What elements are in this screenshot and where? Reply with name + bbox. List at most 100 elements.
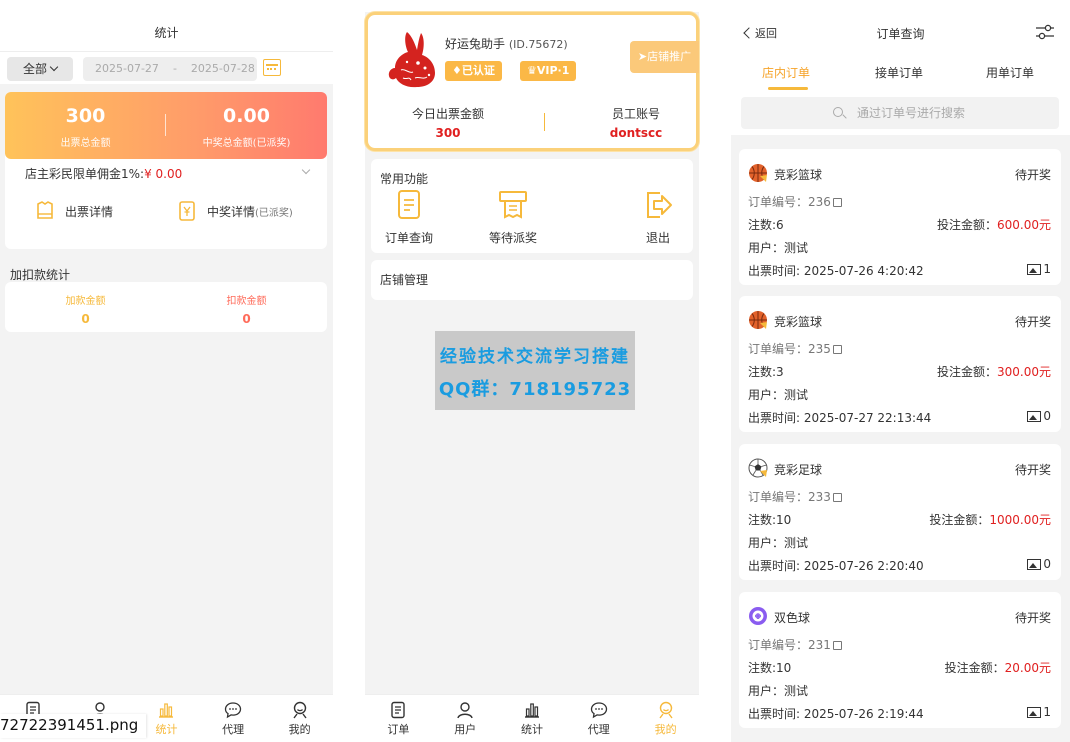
order-icon [389, 701, 407, 719]
staff-account-value: dontscc [609, 126, 663, 140]
order-number-text: 订单编号：233 [748, 490, 831, 504]
verified-badge: ♦已认证 [445, 61, 502, 81]
summary-banner: 300 出票总金额 0.00 中奖总金额(已派奖) [5, 92, 327, 159]
await-payout-button[interactable]: 等待派奖 [489, 189, 537, 246]
tab-used-orders[interactable]: 用单订单 [986, 64, 1034, 81]
bet-amount-row: 投注金额：300.00元 [937, 363, 1051, 380]
copy-icon[interactable] [832, 345, 842, 354]
common-functions-card: 常用功能 订单查询 等待派奖 退出 [371, 159, 693, 253]
date-range-input[interactable]: 2025-07-27-2025-07-28 [83, 57, 257, 81]
shop-name: 好运兔助手 [445, 37, 506, 51]
image-count-value: 1 [1043, 705, 1051, 719]
tab-mine-label: 我的 [288, 723, 311, 736]
order-user: 用户：测试 [748, 684, 809, 698]
shop-header-card: 好运兔助手 (ID.75672) ♦已认证 ♛VIP·1 ➤店铺推广 今日出票金… [365, 12, 699, 151]
tab-agents[interactable]: 代理 [200, 695, 267, 742]
order-card[interactable]: 双色球 待开奖 订单编号：231 注数:10 投注金额：20.00元 用户：测试… [739, 592, 1061, 728]
order-card[interactable]: 竞彩篮球 待开奖 订单编号：235 注数:3 投注金额：300.00元 用户：测… [739, 296, 1061, 432]
tab-mine[interactable]: 我的 [266, 695, 333, 742]
total-issue-value: 300 [65, 105, 106, 127]
bottom-tab-bar: 订单 用户 统计 代理 我的 [365, 694, 699, 742]
chevron-down-icon[interactable] [301, 165, 311, 175]
scope-select[interactable]: 全部 [7, 57, 73, 81]
issue-detail-link[interactable]: 出票详情 [35, 200, 113, 222]
order-card[interactable]: 竞彩足球 待开奖 订单编号：233 注数:10 投注金额：1000.00元 用户… [739, 444, 1061, 580]
bet-amount-label: 投注金额： [929, 513, 990, 527]
image-count[interactable]: 1 [1027, 705, 1051, 719]
bet-amount-value: 1000.00元 [989, 513, 1051, 527]
profile-icon [657, 701, 675, 719]
image-icon [1027, 263, 1042, 275]
commission-row[interactable]: 店主彩民限单佣金1%:¥ 0.00 [25, 165, 182, 182]
staff-account-stat: 员工账号 dontscc [556, 105, 716, 140]
issue-time: 出票时间: 2025-07-26 2:20:40 [748, 559, 924, 573]
soccer-icon [748, 458, 768, 478]
adjust-section-title: 加扣款统计 [10, 268, 71, 282]
basketball-icon [748, 163, 768, 183]
ticket-print-icon [498, 189, 528, 221]
add-amount-label: 加款金额 [65, 296, 106, 307]
filter-icon[interactable] [1035, 22, 1055, 42]
order-status: 待开奖 [1014, 611, 1051, 625]
image-count[interactable]: 0 [1027, 409, 1051, 423]
back-button[interactable]: 返回 [743, 25, 777, 41]
bet-amount-value: 300.00元 [997, 365, 1051, 379]
image-icon [1027, 558, 1042, 570]
tab-users[interactable]: 用户 [432, 695, 499, 742]
tab-store-orders[interactable]: 店内订单 [762, 64, 810, 81]
order-number: 订单编号：233 [748, 488, 842, 505]
order-query-button[interactable]: 订单查询 [385, 189, 433, 246]
copy-icon[interactable] [832, 198, 842, 207]
filter-bar: 全部 2025-07-27-2025-07-28 [0, 52, 333, 84]
image-count-value: 0 [1043, 557, 1051, 571]
order-user: 用户：测试 [748, 241, 809, 255]
shop-manage-item[interactable]: 店铺管理 [371, 260, 693, 300]
tab-agents[interactable]: 代理 [565, 695, 632, 742]
add-amount-value: 0 [81, 312, 90, 326]
watermark-banner: 经验技术交流学习搭建 QQ群：718195723 [435, 331, 635, 410]
trophy-icon: ♦ [452, 64, 462, 77]
search-placeholder: 通过订单号进行搜索 [857, 106, 966, 120]
tab-mine[interactable]: 我的 [632, 695, 699, 742]
basketball-icon [748, 310, 768, 330]
order-number: 订单编号：231 [748, 636, 842, 653]
stats-screen: 统计 全部 2025-07-27-2025-07-28 300 出票总金额 0.… [0, 0, 333, 742]
copy-icon[interactable] [832, 641, 842, 650]
bet-amount-row: 投注金额：1000.00元 [929, 511, 1051, 528]
today-issue-label: 今日出票金额 [411, 107, 484, 121]
tab-stats[interactable]: 统计 [499, 695, 566, 742]
game-name: 竞彩篮球 [774, 168, 823, 182]
search-input[interactable]: 通过订单号进行搜索 [741, 97, 1059, 129]
logout-button[interactable]: 退出 [643, 189, 673, 246]
order-card[interactable]: 竞彩篮球 待开奖 订单编号：236 注数:6 投注金额：600.00元 用户：测… [739, 149, 1061, 285]
total-issue-label: 出票总金额 [60, 138, 111, 149]
shop-promo-button[interactable]: ➤店铺推广 [630, 41, 699, 73]
calendar-icon[interactable] [263, 59, 281, 76]
watermark-line2: QQ群：718195723 [438, 379, 632, 400]
back-label: 返回 [755, 27, 777, 40]
summary-card: 300 出票总金额 0.00 中奖总金额(已派奖) 店主彩民限单佣金1%:¥ 0… [5, 92, 327, 249]
divider [544, 113, 545, 131]
image-count[interactable]: 1 [1027, 262, 1051, 276]
profile-icon [291, 701, 309, 719]
game-name: 竞彩篮球 [774, 315, 823, 329]
tab-users-label: 用户 [454, 723, 477, 736]
order-number-text: 订单编号：235 [748, 342, 831, 356]
tab-orders[interactable]: 订单 [365, 695, 432, 742]
order-query-label: 订单查询 [385, 231, 434, 245]
bet-amount-row: 投注金额：600.00元 [937, 216, 1051, 233]
image-count[interactable]: 0 [1027, 557, 1051, 571]
issue-detail-label: 出票详情 [65, 204, 114, 219]
logout-icon [643, 189, 673, 221]
win-detail-link[interactable]: 中奖详情 (已派奖) [177, 200, 293, 222]
total-win-stat: 0.00 中奖总金额(已派奖) [166, 104, 327, 149]
home-screen: 好运兔助手 (ID.75672) ♦已认证 ♛VIP·1 ➤店铺推广 今日出票金… [365, 12, 699, 742]
verified-badge-label: 已认证 [461, 64, 495, 77]
chevron-left-icon [743, 27, 755, 39]
date-end: 2025-07-28 [190, 62, 255, 75]
tab-accepted-orders[interactable]: 接单订单 [875, 64, 923, 81]
bet-count: 注数:3 [748, 365, 784, 379]
commission-amount: ¥ 0.00 [144, 167, 183, 181]
copy-icon[interactable] [832, 493, 842, 502]
image-count-value: 0 [1043, 409, 1051, 423]
